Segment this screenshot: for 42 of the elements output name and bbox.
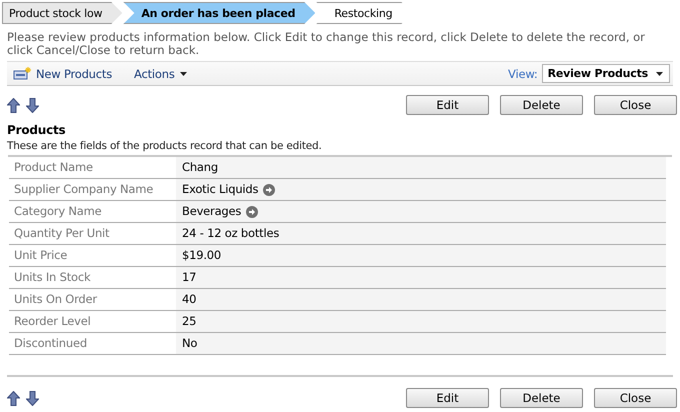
field-label: Unit Price	[13, 247, 68, 264]
move-down-icon[interactable]	[26, 98, 39, 113]
breadcrumb-step[interactable]: Product stock low	[2, 2, 122, 24]
actions-menu[interactable]: Actions	[134, 66, 187, 80]
action-button[interactable]: Close	[594, 94, 677, 114]
move-up-icon[interactable]	[7, 391, 20, 406]
field-label: Product Name	[13, 159, 94, 176]
field-value: Chang	[182, 161, 218, 174]
section-subtitle: These are the fields of the products record that can be edited.	[7, 140, 323, 152]
field-value: Exotic Liquids	[182, 183, 258, 196]
new-record-icon	[13, 66, 31, 80]
field-label: Quantity Per Unit	[13, 225, 110, 242]
field-label: Units On Order	[13, 291, 98, 308]
field-label: Discontinued	[13, 335, 88, 352]
instructions-text: Please review products information below. Click Edit to change this record, click Delete to delete the record, or click Cancel/Close to return back.	[7, 31, 646, 57]
caret-icon	[180, 72, 187, 76]
new-products-button[interactable]: New Products	[13, 66, 112, 80]
move-down-icon[interactable]	[26, 391, 39, 406]
action-button[interactable]: Delete	[500, 94, 583, 114]
field-value: 17	[182, 271, 196, 284]
field-value: 25	[182, 315, 196, 328]
field-label: Reorder Level	[13, 313, 92, 330]
view-dropdown[interactable]: Review Products	[542, 64, 670, 83]
move-up-icon[interactable]	[7, 98, 20, 113]
action-button[interactable]: Delete	[500, 388, 583, 408]
go-arrow-icon[interactable]	[263, 184, 276, 196]
breadcrumb-step[interactable]: An order has been placed	[123, 2, 316, 24]
caret-icon	[656, 72, 663, 76]
field-value: 24 - 12 oz bottles	[182, 227, 280, 240]
field-value: $19.00	[182, 249, 222, 262]
action-button[interactable]: Close	[594, 388, 677, 408]
field-value: 40	[182, 293, 196, 306]
section-title: Products	[7, 123, 66, 137]
field-value: No	[182, 337, 198, 350]
field-value: Beverages	[182, 205, 242, 218]
action-button[interactable]: Edit	[406, 388, 489, 408]
field-label: Supplier Company Name	[13, 181, 154, 198]
field-label: Category Name	[13, 203, 103, 220]
go-arrow-icon[interactable]	[246, 206, 258, 218]
view-label: View:	[508, 66, 538, 80]
field-label: Units In Stock	[13, 269, 92, 286]
action-button[interactable]: Edit	[406, 94, 489, 114]
